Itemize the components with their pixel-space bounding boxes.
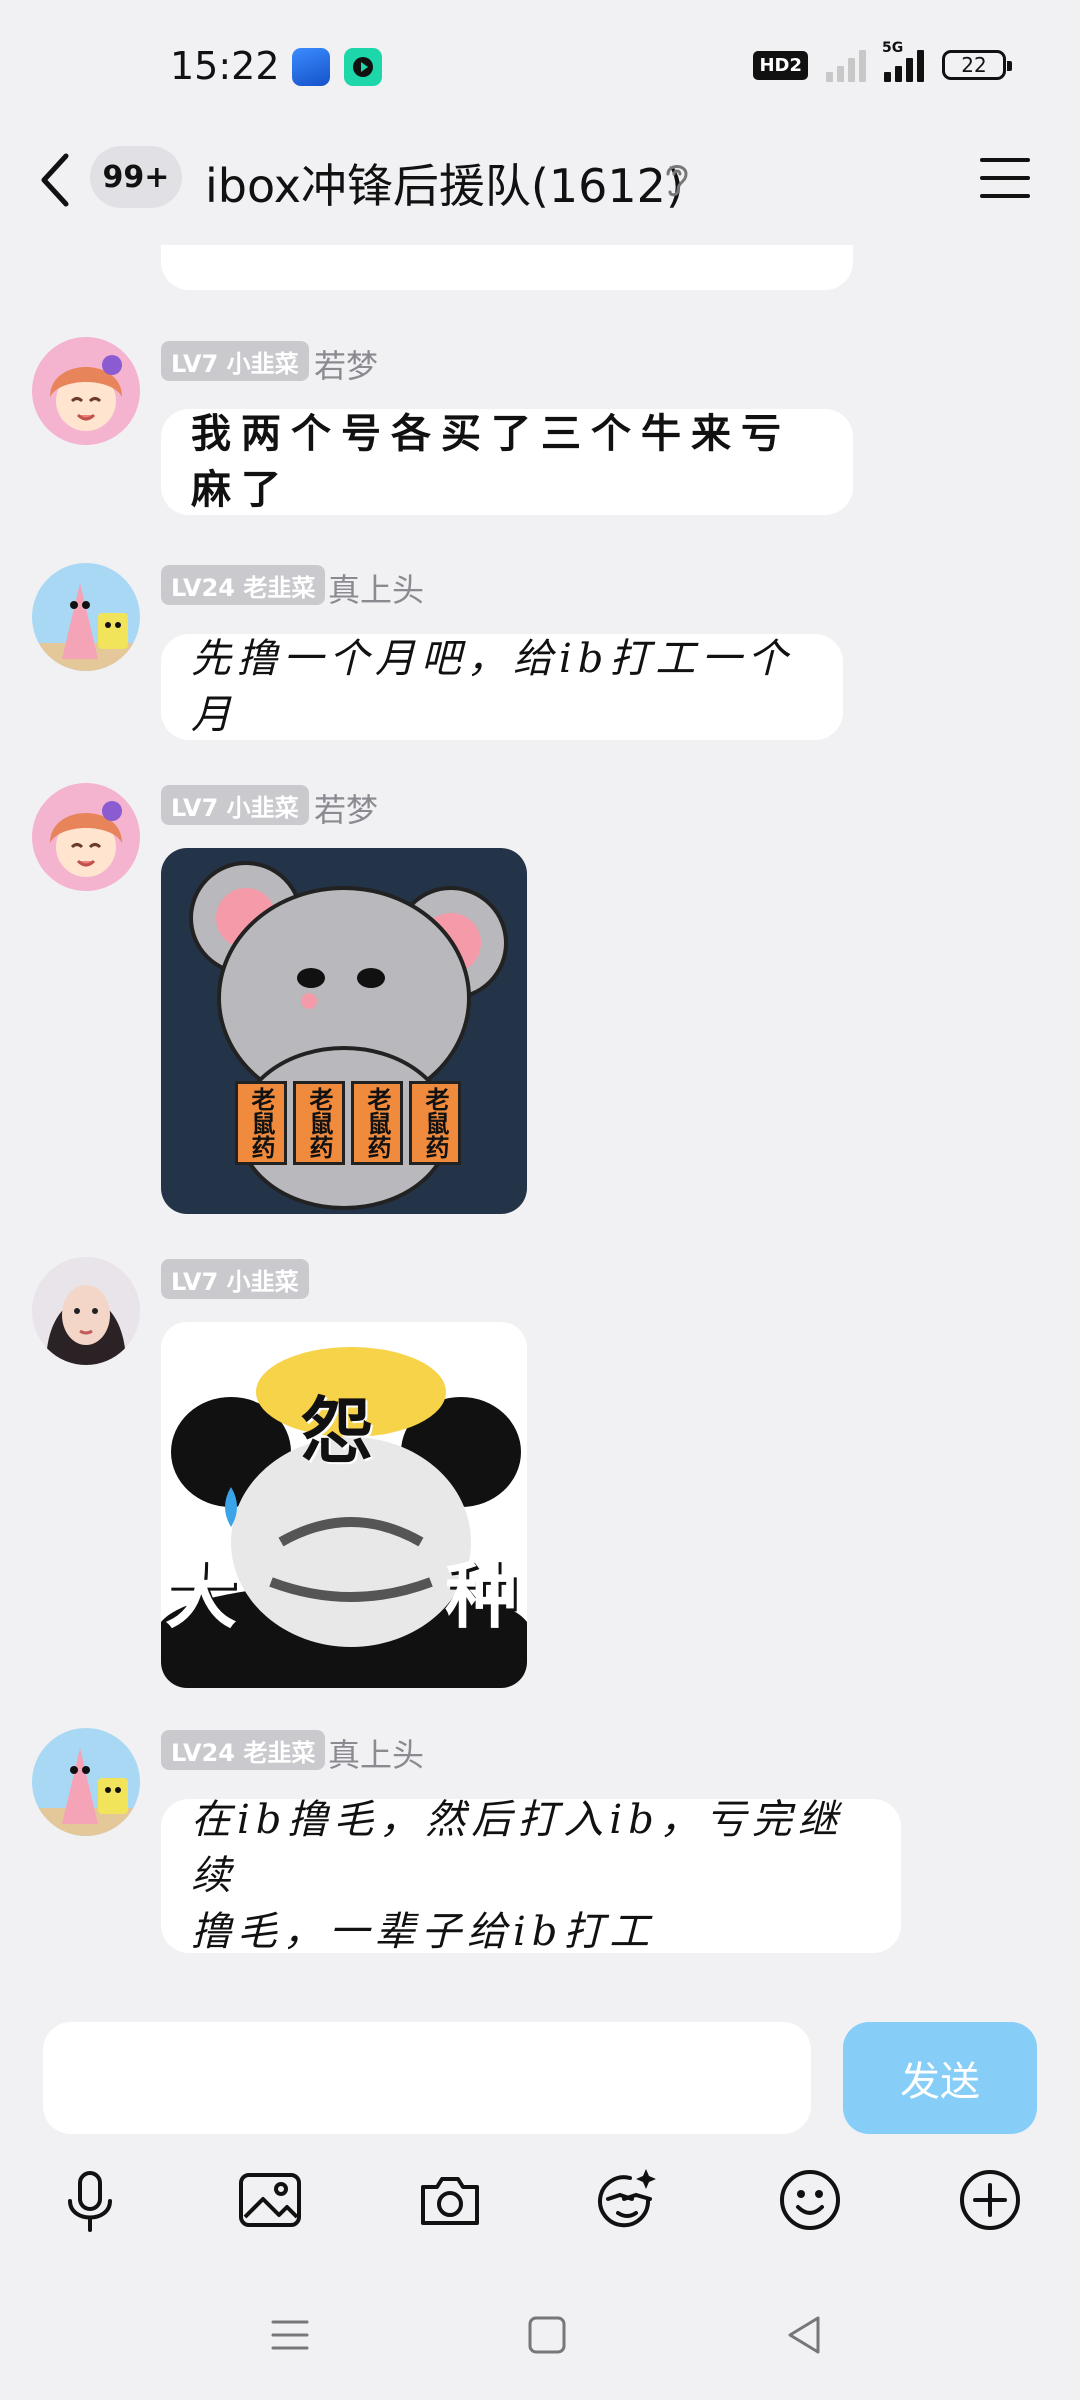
map-app-icon xyxy=(292,48,330,86)
send-button[interactable]: 发送 xyxy=(843,2022,1037,2134)
avatar[interactable] xyxy=(32,1728,140,1836)
message-text: 先撸一个月吧，给ib打工一个月 xyxy=(191,636,794,738)
level-badge: LV7 小韭菜 xyxy=(161,1259,309,1299)
menu-icon[interactable] xyxy=(980,156,1030,200)
battery-icon: 22 xyxy=(942,50,1012,80)
message-text: 我两个号各买了三个牛来亏麻了 xyxy=(191,410,791,513)
meme-sticker-image[interactable]: 怨 大 种 xyxy=(161,1322,527,1688)
image-icon[interactable] xyxy=(235,2165,305,2235)
sticker-label: 大 xyxy=(165,1554,238,1638)
message-bubble-partial[interactable] xyxy=(161,245,853,290)
sticker-label: 老鼠药 xyxy=(235,1081,287,1165)
level-badge: LV24 老韭菜 xyxy=(161,565,326,605)
status-time: 15:22 xyxy=(170,44,280,88)
avatar[interactable] xyxy=(32,1257,140,1365)
sticker-face-icon[interactable] xyxy=(592,2165,662,2235)
sender-nickname[interactable]: 若梦 xyxy=(314,785,378,831)
video-app-icon xyxy=(344,48,382,86)
chat-message-list[interactable]: LV7 小韭菜 若梦 我两个号各买了三个牛来亏麻了 LV24 老韭菜 真上头 先… xyxy=(0,245,1080,2005)
home-icon[interactable] xyxy=(522,2310,572,2360)
back-arrow-icon[interactable] xyxy=(36,150,76,210)
back-nav-icon[interactable] xyxy=(780,2310,830,2360)
message-bubble[interactable]: 我两个号各买了三个牛来亏麻了 xyxy=(161,409,853,515)
ear-icon xyxy=(666,165,688,197)
sticker-label: 怨 xyxy=(301,1389,374,1473)
recent-apps-icon[interactable] xyxy=(265,2310,315,2360)
message-input[interactable] xyxy=(43,2022,811,2134)
avatar[interactable] xyxy=(32,337,140,445)
message-bubble[interactable]: 在ib撸毛，然后打入ib，亏完继续 撸毛，一辈子给ib打工 xyxy=(161,1797,901,1955)
avatar[interactable] xyxy=(32,563,140,671)
level-badge: LV7 小韭菜 xyxy=(161,785,309,825)
emoji-icon[interactable] xyxy=(775,2165,845,2235)
microphone-icon[interactable] xyxy=(55,2165,125,2235)
battery-level: 22 xyxy=(961,53,987,77)
signal-sim1-icon xyxy=(826,48,866,82)
sticker-label: 种 xyxy=(445,1554,518,1638)
network-label: 5G xyxy=(882,40,904,56)
sticker-label: 老鼠药 xyxy=(409,1081,461,1165)
message-text-line: 撸毛，一辈子给ib打工 xyxy=(191,1909,656,1955)
message-text-line: 在ib撸毛，然后打入ib，亏完继续 xyxy=(191,1797,844,1899)
sticker-label: 老鼠药 xyxy=(293,1081,345,1165)
unread-count-badge[interactable]: 99+ xyxy=(90,146,182,208)
hd-badge: HD2 xyxy=(753,50,808,80)
level-badge: LV7 小韭菜 xyxy=(161,341,309,381)
camera-icon[interactable] xyxy=(415,2165,485,2235)
sender-nickname[interactable]: 若梦 xyxy=(314,341,378,387)
message-bubble[interactable]: 先撸一个月吧，给ib打工一个月 xyxy=(161,634,843,740)
system-nav-bar xyxy=(0,2270,1080,2400)
message-input-area: 发送 xyxy=(0,2005,1080,2270)
level-badge: LV24 老韭菜 xyxy=(161,1730,326,1770)
sticker-label: 老鼠药 xyxy=(351,1081,403,1165)
group-title[interactable]: ibox冲锋后援队(1612) xyxy=(205,150,684,216)
status-bar: 15:22 HD2 5G 22 xyxy=(0,0,1080,135)
plus-icon[interactable] xyxy=(955,2165,1025,2235)
signal-5g-icon: 5G xyxy=(882,40,924,82)
avatar[interactable] xyxy=(32,783,140,891)
status-indicators: HD2 5G 22 xyxy=(753,40,1012,82)
mouse-sticker-image[interactable]: 老鼠药 老鼠药 老鼠药 老鼠药 xyxy=(161,848,527,1214)
sender-nickname[interactable]: 真上头 xyxy=(328,565,424,611)
sender-nickname[interactable]: 真上头 xyxy=(328,1730,424,1776)
